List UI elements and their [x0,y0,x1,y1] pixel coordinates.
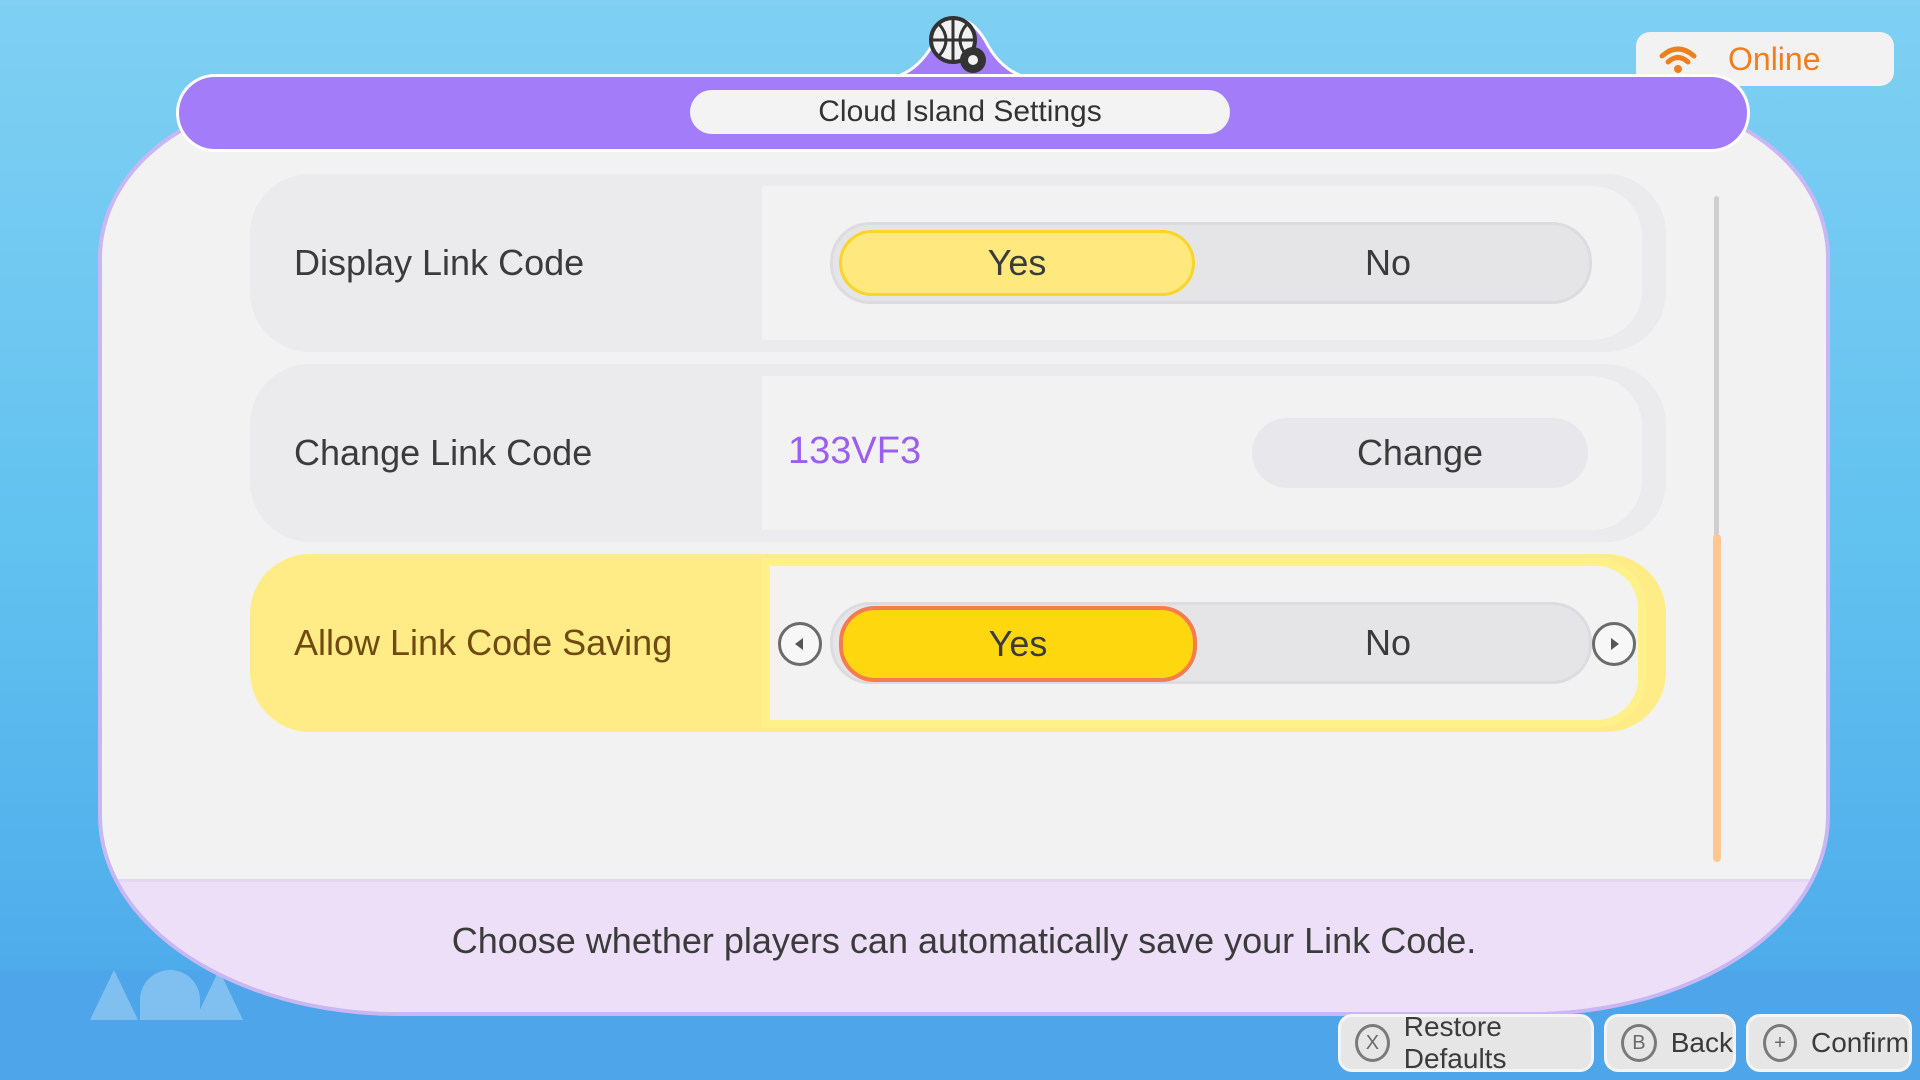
header-tab [875,16,1045,80]
b-button-icon: B [1621,1024,1657,1062]
option-no[interactable]: No [1213,225,1563,301]
wifi-icon [1659,46,1697,73]
left-arrow-icon[interactable] [778,622,822,666]
x-button-icon: X [1355,1024,1390,1062]
online-label: Online [1728,40,1821,77]
hint-bar: Choose whether players can automatically… [102,879,1826,1012]
page-title: Cloud Island Settings [690,90,1230,134]
right-arrow-icon[interactable] [1592,622,1636,666]
control-label: Confirm [1810,1027,1909,1058]
plus-button-icon: + [1763,1024,1797,1062]
option-yes[interactable]: Yes [839,230,1195,296]
setting-label: Change Link Code [294,432,593,473]
hint-text: Choose whether players can automatically… [451,920,1477,961]
confirm-button[interactable]: + Confirm [1746,1014,1912,1072]
control-label: Restore Defaults [1403,1011,1507,1074]
restore-defaults-button[interactable]: X Restore Defaults [1338,1011,1594,1074]
yes-no-toggle[interactable]: Yes No [830,602,1592,684]
yes-no-toggle[interactable]: Yes No [830,222,1592,304]
setting-label: Allow Link Code Saving [294,622,673,663]
back-button[interactable]: B Back [1604,1014,1736,1072]
scrollbar-thumb[interactable] [1713,534,1721,862]
option-no[interactable]: No [1213,605,1563,681]
change-button[interactable]: Change [1252,418,1588,488]
option-yes[interactable]: Yes [839,606,1197,682]
control-label: Back [1670,1027,1733,1058]
link-code-value: 133VF3 [788,430,922,472]
setting-label: Display Link Code [294,242,585,283]
